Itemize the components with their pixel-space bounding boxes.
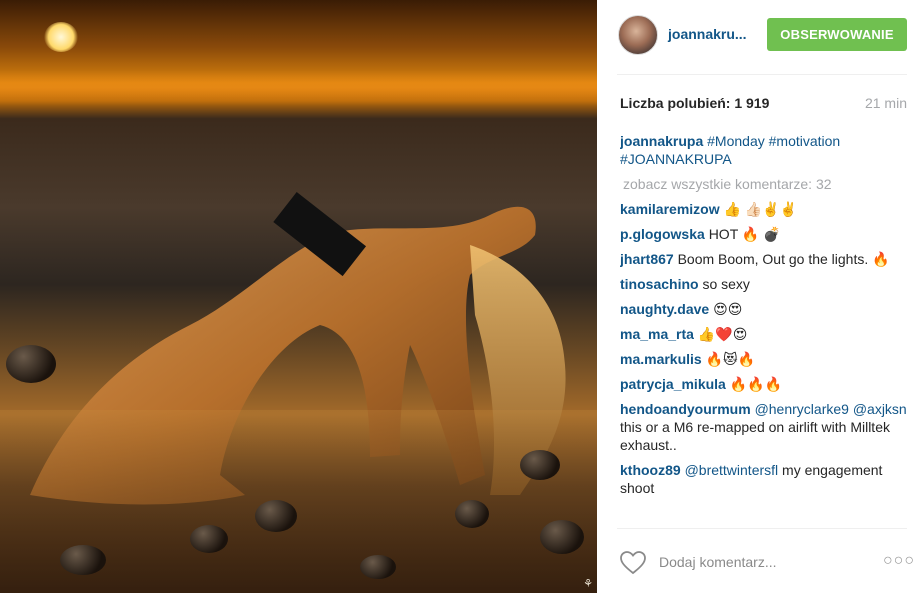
- comment-text: 👍 👍🏻✌️✌️: [723, 201, 798, 217]
- comment-mention[interactable]: @brettwintersfl: [685, 462, 779, 478]
- caption-username[interactable]: joannakrupa: [620, 133, 703, 149]
- rock: [455, 500, 489, 528]
- comment-item: p.glogowska HOT 🔥 💣: [620, 225, 910, 243]
- comment-item: kamilaremizow 👍 👍🏻✌️✌️: [620, 200, 910, 218]
- post-footer: Dodaj komentarz... ○○○: [597, 528, 917, 593]
- comment-text: 🔥😻🔥: [705, 351, 756, 367]
- comments-list[interactable]: joannakrupa #Monday #motivation #JOANNAK…: [620, 132, 910, 525]
- add-comment-input[interactable]: Dodaj komentarz...: [659, 554, 777, 570]
- comment-item: patrycja_mikula 🔥🔥🔥: [620, 375, 910, 393]
- rock: [360, 555, 396, 579]
- avatar[interactable]: [618, 15, 658, 55]
- comment-username[interactable]: patrycja_mikula: [620, 376, 726, 392]
- rock: [190, 525, 228, 553]
- rock: [6, 345, 56, 383]
- comment-username[interactable]: jhart867: [620, 251, 674, 267]
- comment-text: HOT 🔥 💣: [708, 226, 781, 242]
- comment-text: 😍😍: [713, 301, 743, 317]
- see-all-comments-link[interactable]: zobacz wszystkie komentarze: 32: [623, 175, 910, 193]
- rock: [60, 545, 106, 575]
- comment-item: jhart867 Boom Boom, Out go the lights. 🔥: [620, 250, 910, 268]
- rock: [255, 500, 297, 532]
- post-header: joannakru... OBSERWOWANIE: [597, 0, 917, 75]
- rock: [540, 520, 584, 554]
- comment-username[interactable]: p.glogowska: [620, 226, 705, 242]
- comment-text: this or a M6 re-mapped on airlift with M…: [620, 419, 890, 453]
- comment-text: Boom Boom, Out go the lights. 🔥: [677, 251, 890, 267]
- comment-username[interactable]: ma_ma_rta: [620, 326, 694, 342]
- post-sidebar: joannakru... OBSERWOWANIE Liczba polubie…: [597, 0, 917, 593]
- comment-item: ma.markulis 🔥😻🔥: [620, 350, 910, 368]
- comment-item: naughty.dave 😍😍: [620, 300, 910, 318]
- comment-item: hendoandyourmum @henryclarke9 @axjksn th…: [620, 400, 910, 454]
- post-photo[interactable]: ⚘: [0, 0, 597, 593]
- comment-text: 👍❤️😍: [697, 326, 748, 342]
- likes-count[interactable]: Liczba polubień: 1 919: [620, 95, 769, 111]
- comment-username[interactable]: hendoandyourmum: [620, 401, 751, 417]
- comment-text: 🔥🔥🔥: [729, 376, 783, 392]
- comment-username[interactable]: ma.markulis: [620, 351, 702, 367]
- footer-divider: [617, 528, 907, 529]
- more-options-icon[interactable]: ○○○: [883, 552, 915, 570]
- comment-mention[interactable]: @henryclarke9 @axjksn: [755, 401, 907, 417]
- comment-item: tinosachino so sexy: [620, 275, 910, 293]
- sun-highlight: [44, 22, 78, 52]
- rock: [520, 450, 560, 480]
- comment-item: kthooz89 @brettwintersfl my engagement s…: [620, 461, 910, 497]
- playboy-watermark-icon: ⚘: [583, 577, 593, 590]
- heart-icon[interactable]: [620, 551, 646, 575]
- comment-item: ma_ma_rta 👍❤️😍: [620, 325, 910, 343]
- comment-text: so sexy: [702, 276, 750, 292]
- follow-button[interactable]: OBSERWOWANIE: [767, 18, 907, 51]
- post-time[interactable]: 21 min: [865, 95, 907, 111]
- caption: joannakrupa #Monday #motivation #JOANNAK…: [620, 132, 910, 168]
- header-divider: [617, 74, 907, 75]
- horizon-glow: [0, 70, 597, 106]
- post-username[interactable]: joannakru...: [668, 26, 747, 42]
- comment-username[interactable]: tinosachino: [620, 276, 699, 292]
- likes-row: Liczba polubień: 1 919 21 min: [620, 95, 907, 115]
- comment-username[interactable]: naughty.dave: [620, 301, 709, 317]
- comment-username[interactable]: kamilaremizow: [620, 201, 720, 217]
- comment-username[interactable]: kthooz89: [620, 462, 681, 478]
